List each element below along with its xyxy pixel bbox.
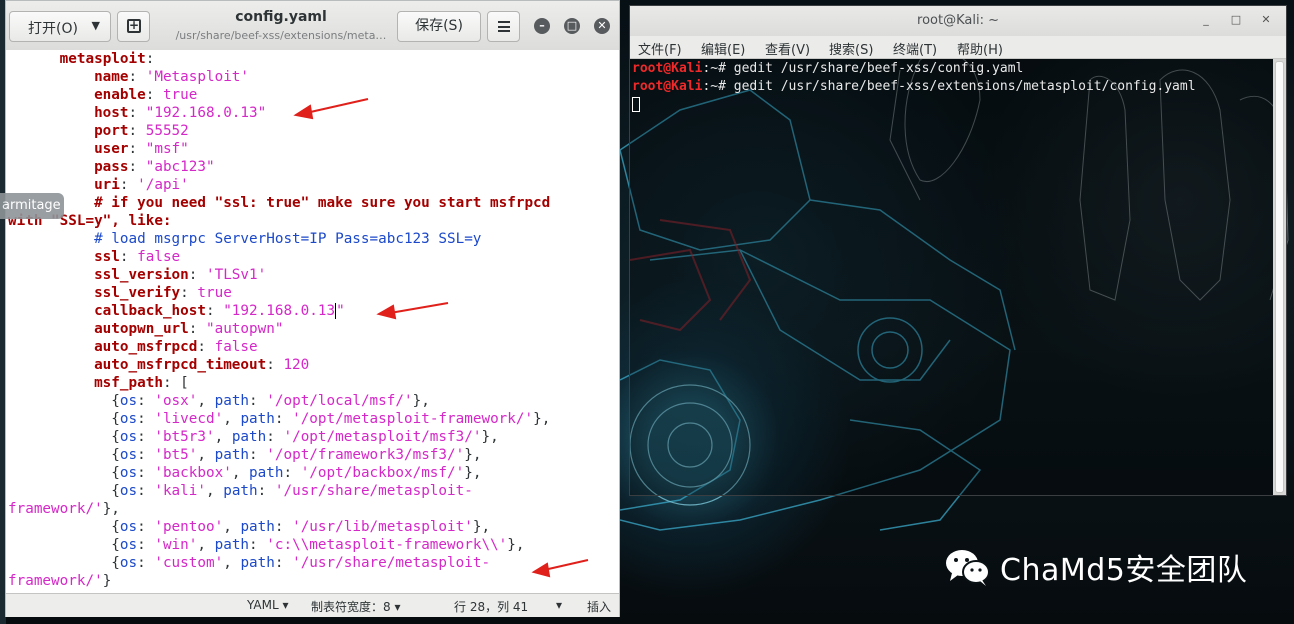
terminal-window: root@Kali: ~ _ □ ✕ 文件(F) 编辑(E) 查看(V) 搜索(… (629, 5, 1287, 496)
minimize-icon[interactable]: _ (1200, 14, 1212, 26)
menu-view[interactable]: 查看(V) (765, 39, 810, 58)
chevron-down-icon: ▼ (91, 19, 100, 32)
code-line: ssl_verify: true (94, 285, 232, 301)
position-dropdown-icon[interactable]: ▾ (556, 598, 562, 612)
code-line: {os: 'livecd', path: '/opt/metasploit-fr… (8, 411, 551, 427)
close-icon[interactable]: ✕ (594, 18, 610, 34)
brand-watermark: ChaMd5安全团队 (944, 546, 1247, 588)
language-selector[interactable]: YAML ▾ (247, 598, 289, 612)
menu-file[interactable]: 文件(F) (638, 39, 682, 58)
status-bar: YAML ▾ 制表符宽度：8 ▾ 行 28，列 41 ▾ 插入 (6, 593, 619, 617)
code-line: uri: '/api' (94, 177, 189, 193)
terminal-titlebar: root@Kali: ~ _ □ ✕ (630, 6, 1286, 36)
code-line: host: "192.168.0.13" (94, 105, 267, 121)
document-title: config.yaml (235, 9, 327, 25)
text-editor[interactable]: metasploit: name: 'Metasploit' enable: t… (6, 50, 619, 593)
menu-help[interactable]: 帮助(H) (957, 39, 1003, 58)
terminal-line: root@Kali:~# gedit /usr/share/beef-xss/c… (632, 61, 1024, 76)
code-line: callback_host: "192.168.0.13" (94, 303, 345, 319)
terminal-cursor (632, 97, 640, 112)
code-line: {os: 'osx', path: '/opt/local/msf/'}, (8, 393, 430, 409)
code-line: auto_msfrpcd_timeout: 120 (94, 357, 310, 373)
armitage-dock-label[interactable]: armitage (0, 193, 64, 219)
terminal-output[interactable]: root@Kali:~# gedit /usr/share/beef-xss/c… (630, 59, 1273, 495)
code-comment: # if you need "ssl: true" make sure you … (94, 195, 551, 211)
open-button-label: 打开(O) (28, 21, 78, 37)
save-button[interactable]: 保存(S) (397, 11, 481, 42)
gedit-headerbar: 打开(O) ▼ + config.yaml /usr/share/beef-xs… (6, 1, 619, 51)
code-line: enable: true (94, 87, 198, 103)
code-line: ssl: false (94, 249, 181, 265)
code-line: {os: 'bt5r3', path: '/opt/metasploit/msf… (8, 429, 499, 445)
code-line: pass: "abc123" (94, 159, 215, 175)
code-line: {os: 'win', path: 'c:\\metasploit-framew… (8, 537, 525, 553)
code-comment: # load msgrpc ServerHost=IP Pass=abc123 … (94, 231, 482, 247)
open-button[interactable]: 打开(O) ▼ (9, 11, 111, 42)
gedit-window: 打开(O) ▼ + config.yaml /usr/share/beef-xs… (5, 0, 620, 617)
new-document-icon: + (127, 18, 141, 33)
hamburger-menu-button[interactable] (487, 11, 520, 42)
brand-name: ChaMd5安全团队 (1000, 553, 1248, 588)
code-line: {os: 'pentoo', path: '/usr/lib/metasploi… (8, 519, 491, 535)
terminal-title: root@Kali: ~ (917, 13, 999, 28)
code-line: framework/'}, (8, 501, 120, 517)
close-icon[interactable]: ✕ (1260, 14, 1272, 26)
code-line: port: 55552 (94, 123, 189, 139)
hamburger-icon (498, 21, 510, 32)
code-line: ssl_version: 'TLSv1' (94, 267, 267, 283)
code-line: metasploit: (59, 51, 155, 67)
terminal-scrollbar-thumb[interactable] (1275, 61, 1284, 493)
new-document-button[interactable]: + (117, 11, 150, 42)
menu-search[interactable]: 搜索(S) (829, 39, 873, 58)
code-line: user: "msf" (94, 141, 189, 157)
maximize-icon[interactable]: □ (1230, 14, 1242, 26)
terminal-menubar: 文件(F) 编辑(E) 查看(V) 搜索(S) 终端(T) 帮助(H) (630, 36, 1286, 59)
code-line: name: 'Metasploit' (94, 69, 250, 85)
menu-edit[interactable]: 编辑(E) (701, 39, 745, 58)
document-path: /usr/share/beef-xss/extensions/meta… (175, 29, 387, 42)
code-line: {os: 'custom', path: '/usr/share/metaspl… (8, 555, 491, 571)
maximize-icon[interactable]: □ (564, 18, 580, 34)
terminal-line: root@Kali:~# gedit /usr/share/beef-xss/e… (632, 79, 1196, 94)
menu-terminal[interactable]: 终端(T) (893, 39, 937, 58)
insert-mode: 插入 (587, 600, 612, 614)
cursor-position[interactable]: 行 28，列 41 (454, 598, 528, 615)
code-line: auto_msfrpcd: false (94, 339, 258, 355)
wechat-logo (946, 550, 990, 586)
code-line: framework/'} (8, 573, 112, 589)
minimize-icon[interactable]: – (534, 18, 550, 34)
code-line: autopwn_url: "autopwn" (94, 321, 284, 337)
tab-width-selector[interactable]: 制表符宽度：8 ▾ (311, 598, 400, 615)
code-line: {os: 'bt5', path: '/opt/framework3/msf3/… (8, 447, 482, 463)
code-line: {os: 'backbox', path: '/opt/backbox/msf/… (8, 465, 482, 481)
code-line: {os: 'kali', path: '/usr/share/metasploi… (8, 483, 473, 499)
code-line: msf_path: [ (94, 375, 189, 391)
